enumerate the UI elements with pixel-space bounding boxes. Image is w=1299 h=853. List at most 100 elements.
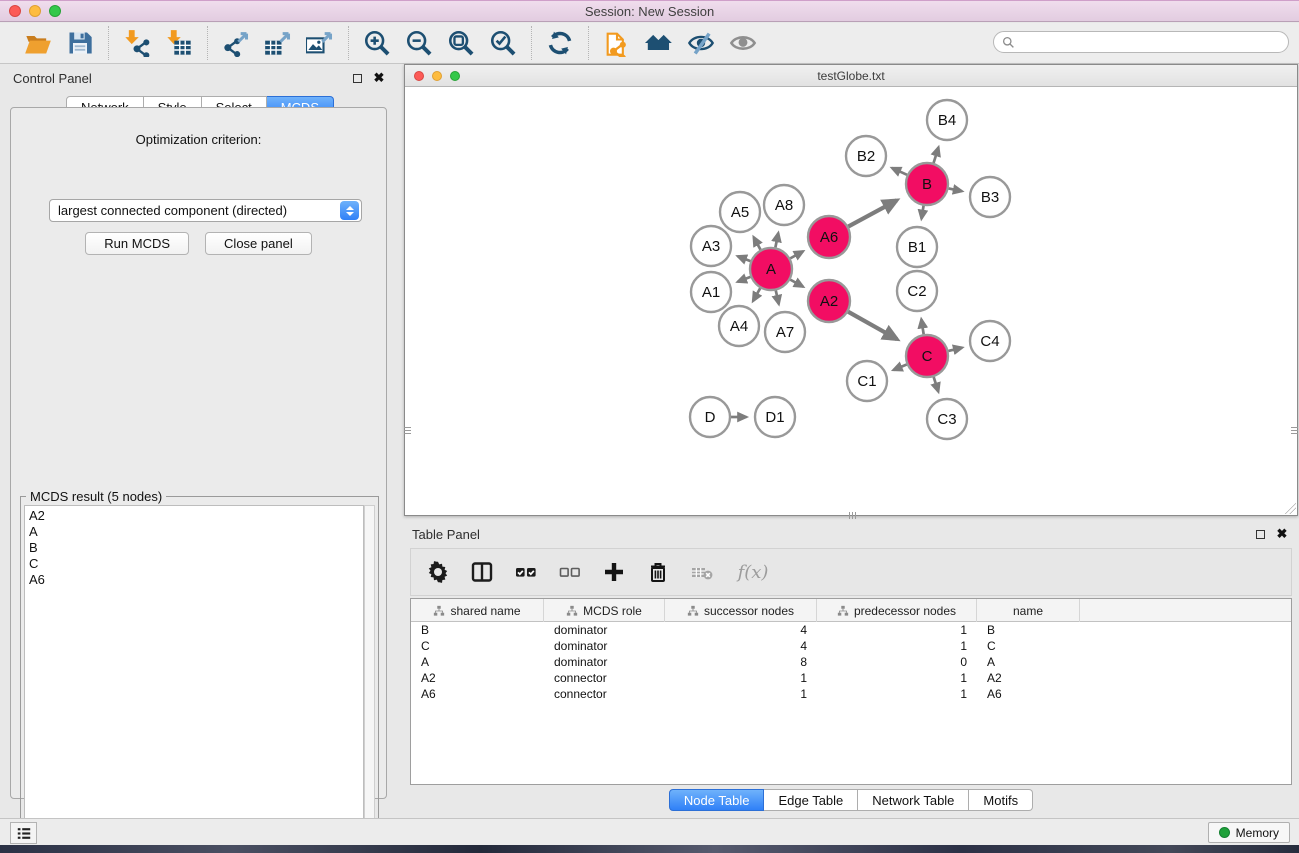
table-cell[interactable]: A6 [977,686,1080,702]
graph-node-A1[interactable]: A1 [691,272,731,312]
table-cell[interactable]: 8 [665,654,817,670]
result-list-item[interactable]: B [29,540,359,556]
show-all-button[interactable] [727,27,759,59]
edge-A-A5[interactable] [754,237,761,250]
search-input[interactable] [1020,34,1280,50]
delete-column-button[interactable] [645,559,671,585]
table-cell[interactable]: dominator [544,638,665,654]
table-cell[interactable]: dominator [544,622,665,638]
zoom-window-button[interactable] [49,5,61,17]
graph-node-C2[interactable]: C2 [897,271,937,311]
import-network-button[interactable] [121,27,153,59]
resize-corner-handle[interactable] [1284,502,1296,514]
edge-A-A8[interactable] [775,233,778,247]
edge-A-A6[interactable] [790,251,803,258]
zoom-selected-button[interactable] [487,27,519,59]
edge-A6-B[interactable] [848,200,896,226]
table-cell[interactable]: A [411,654,544,670]
table-cell[interactable]: A [977,654,1080,670]
graph-node-D1[interactable]: D1 [755,397,795,437]
edge-A-A7[interactable] [776,290,779,304]
column-header-successor-nodes[interactable]: successor nodes [665,599,817,622]
table-cell[interactable]: 1 [817,686,977,702]
tab-node-table[interactable]: Node Table [669,789,765,811]
edge-B-B2[interactable] [892,168,907,175]
import-table-button[interactable] [163,27,195,59]
edge-B-B4[interactable] [934,147,939,163]
hide-selected-button[interactable] [685,27,717,59]
new-network-from-selection-button[interactable] [601,27,633,59]
table-cell[interactable]: 1 [665,686,817,702]
refresh-button[interactable] [544,27,576,59]
edge-A2-C[interactable] [848,312,897,339]
table-cell[interactable]: A2 [977,670,1080,686]
table-row[interactable]: A2connector11A2 [411,670,1291,686]
network-minimize-button[interactable] [432,71,442,81]
edge-C-C1[interactable] [893,364,906,370]
table-cell[interactable]: B [977,622,1080,638]
graph-node-C1[interactable]: C1 [847,361,887,401]
graph-node-A8[interactable]: A8 [764,185,804,225]
graph-node-A3[interactable]: A3 [691,226,731,266]
memory-button[interactable]: Memory [1208,822,1290,843]
search-box[interactable] [993,31,1289,53]
close-panel-icon[interactable]: ✖ [371,70,387,86]
function-builder-button[interactable]: f(x) [733,559,773,585]
export-image-button[interactable] [304,27,336,59]
edge-A-A1[interactable] [738,277,751,282]
result-list-item[interactable]: C [29,556,359,572]
column-header-predecessor-nodes[interactable]: predecessor nodes [817,599,977,622]
column-header-shared-name[interactable]: shared name [411,599,544,622]
edge-C-C3[interactable] [934,377,939,392]
table-float-panel-icon[interactable] [1252,526,1268,542]
delete-table-button[interactable] [689,559,715,585]
graph-node-C[interactable]: C [906,335,948,377]
graph-node-A[interactable]: A [750,248,792,290]
graph-node-A6[interactable]: A6 [808,216,850,258]
edge-B-B1[interactable] [921,206,923,219]
table-cell[interactable]: 4 [665,638,817,654]
graph-node-B4[interactable]: B4 [927,100,967,140]
minimize-window-button[interactable] [29,5,41,17]
graph-node-B2[interactable]: B2 [846,136,886,176]
select-all-button[interactable] [513,559,539,585]
tab-edge-table[interactable]: Edge Table [764,789,858,811]
table-cell[interactable]: B [411,622,544,638]
export-table-button[interactable] [262,27,294,59]
run-mcds-button[interactable]: Run MCDS [85,232,189,255]
table-row[interactable]: Adominator80A [411,654,1291,670]
graph-node-B3[interactable]: B3 [970,177,1010,217]
edge-A-A4[interactable] [753,288,760,301]
network-canvas[interactable]: B4B2BB3A8A5A6A3B1AC2A1A2A4A7C4CC1C3DD1 [405,87,1297,515]
graph-node-A7[interactable]: A7 [765,312,805,352]
edge-C-C4[interactable] [948,348,962,351]
table-cell[interactable]: A6 [411,686,544,702]
edge-A-A3[interactable] [738,256,751,261]
column-header-name[interactable]: name [977,599,1080,622]
close-panel-button[interactable]: Close panel [205,232,312,255]
bottom-resize-grip[interactable] [845,512,859,519]
tab-motifs[interactable]: Motifs [969,789,1033,811]
save-session-button[interactable] [64,27,96,59]
network-close-button[interactable] [414,71,424,81]
export-network-button[interactable] [220,27,252,59]
result-list-scrollbar[interactable] [364,505,375,837]
table-cell[interactable]: A2 [411,670,544,686]
table-cell[interactable]: 1 [817,622,977,638]
zoom-out-button[interactable] [403,27,435,59]
column-header-MCDS-role[interactable]: MCDS role [544,599,665,622]
left-resize-grip[interactable] [404,423,411,437]
columns-button[interactable] [469,559,495,585]
graph-node-B[interactable]: B [906,163,948,205]
tab-network-table[interactable]: Network Table [858,789,969,811]
table-cell[interactable]: 1 [817,638,977,654]
add-column-button[interactable] [601,559,627,585]
table-cell[interactable]: 4 [665,622,817,638]
task-history-button[interactable] [10,822,37,844]
table-cell[interactable]: dominator [544,654,665,670]
graph-node-C4[interactable]: C4 [970,321,1010,361]
result-list-item[interactable]: A [29,524,359,540]
table-row[interactable]: Cdominator41C [411,638,1291,654]
table-row[interactable]: A6connector11A6 [411,686,1291,702]
first-neighbors-button[interactable] [643,27,675,59]
